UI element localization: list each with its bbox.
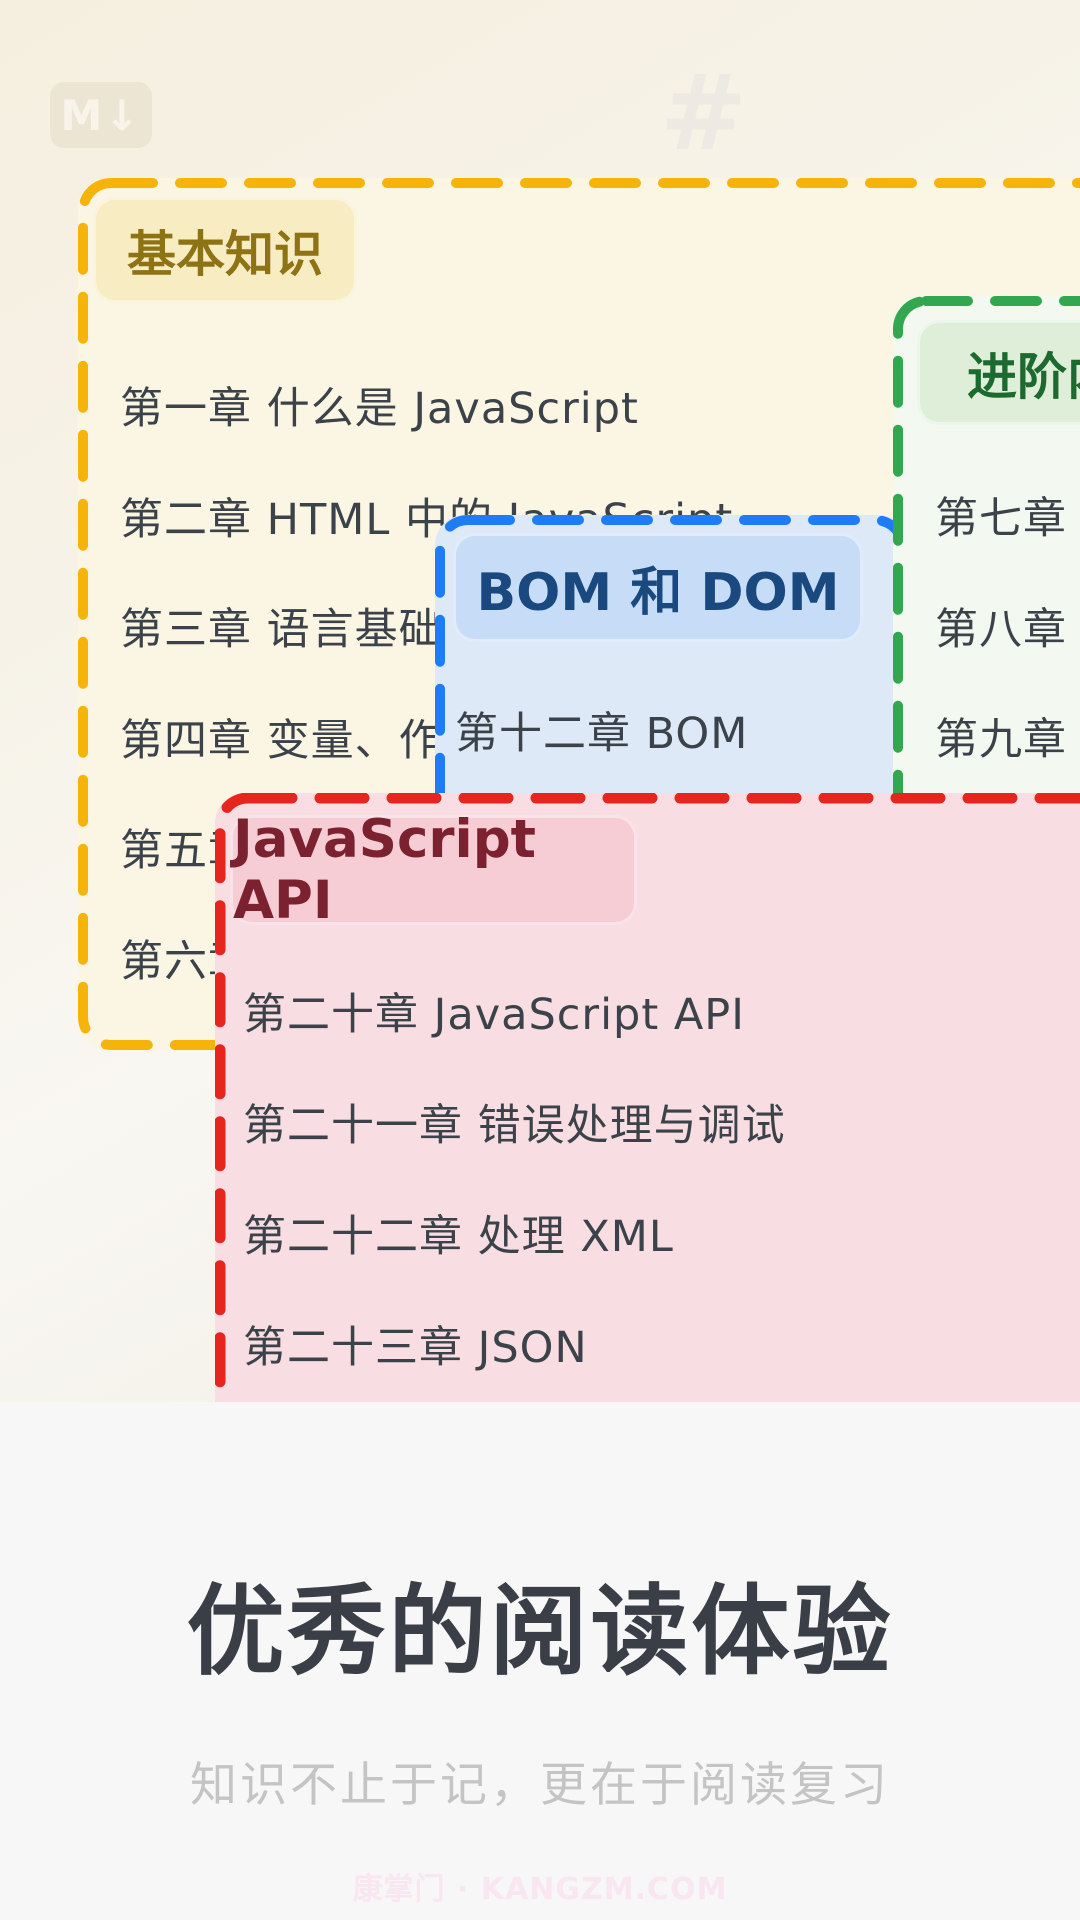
chapter-item: 第二十二章 处理 XML [243, 1177, 786, 1288]
badge-advanced: 进阶内容 [917, 320, 1080, 425]
chapter-item: 第七章 迭代器与生成器 [935, 460, 1080, 571]
chapter-list-js-api: 第二十章 JavaScript API 第二十一章 错误处理与调试 第二十二章 … [243, 955, 786, 1399]
section-subtitle: 知识不止于记，更在于阅读复习 [0, 1746, 1080, 1815]
chapter-item: 第九章 代理与反射 [935, 681, 1080, 792]
chapter-item: 第十二章 BOM [455, 675, 748, 786]
watermark: 康掌门 · KANGZM.COM [0, 1864, 1080, 1908]
badge-bom-dom: BOM 和 DOM [453, 533, 863, 642]
chapter-item: 第一章 什么是 JavaScript [120, 350, 733, 461]
footer-section: 优秀的阅读体验 知识不止于记，更在于阅读复习 康掌门 · KANGZM.COM [0, 1402, 1080, 1920]
badge-basics: 基本知识 [93, 197, 357, 303]
chapter-list-advanced: 第七章 迭代器与生成器 第八章 对象、类与面向对象编程 第九章 代理与反射 [935, 460, 1080, 792]
chapter-item: 第二十章 JavaScript API [243, 955, 786, 1066]
badge-js-api: JavaScript API [230, 815, 637, 925]
markdown-icon: M↓ [50, 82, 152, 148]
app-screen: M↓ # 基本知识 第一章 什么是 JavaScript 第二章 HTML 中的… [0, 0, 1080, 1920]
chapter-list-bom-dom: 第十二章 BOM [455, 675, 748, 786]
hero-section: M↓ # 基本知识 第一章 什么是 JavaScript 第二章 HTML 中的… [0, 0, 1080, 1402]
hash-icon: # [660, 52, 747, 174]
chapter-item: 第二十一章 错误处理与调试 [243, 1066, 786, 1177]
chapter-item: 第二十三章 JSON [243, 1288, 786, 1399]
card-js-api: JavaScript API 第二十章 JavaScript API 第二十一章… [215, 793, 1080, 1402]
chapter-item: 第八章 对象、类与面向对象编程 [935, 571, 1080, 682]
section-title: 优秀的阅读体验 [0, 1552, 1080, 1694]
